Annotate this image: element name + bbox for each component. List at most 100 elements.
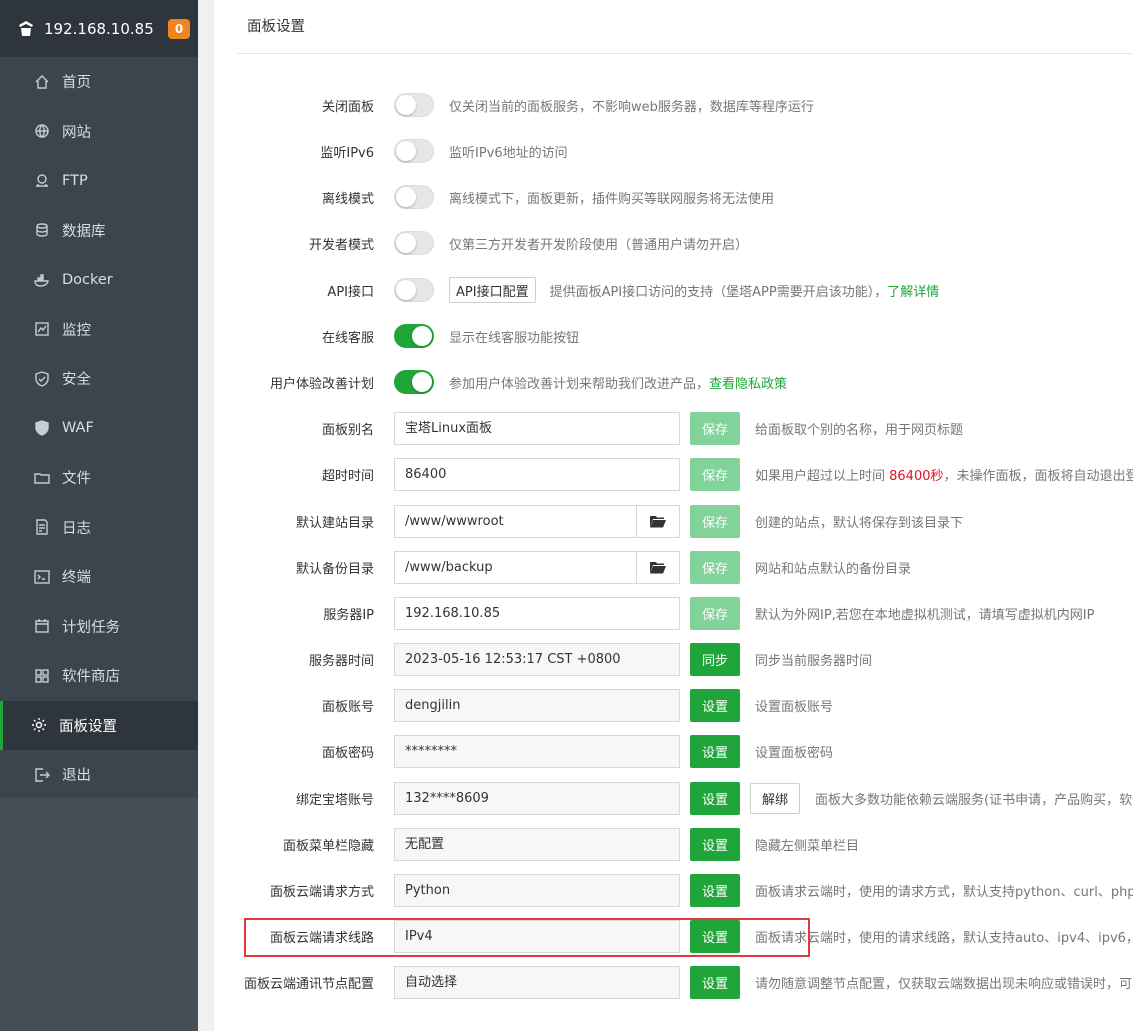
setting-label: 超时时间 (321, 468, 374, 484)
set-bind-account-button[interactable]: 设置 (690, 781, 740, 815)
page-title: 面板设置 (237, 0, 1133, 54)
set-password-button[interactable]: 设置 (690, 734, 740, 768)
api-config-button[interactable]: API接口配置 (449, 277, 536, 303)
setting-label: 面板别名 (321, 422, 374, 438)
setting-description: 请勿随意调整节点配置，仅获取云端数据出现未响应或错误时，可 (755, 976, 1133, 992)
sidebar-item-security[interactable]: 安全 (0, 354, 198, 404)
setting-description: 提供面板API接口访问的支持（堡塔APP需要开启该功能）， (549, 284, 888, 300)
calendar-icon (33, 617, 51, 635)
setting-label: 开发者模式 (308, 237, 374, 253)
sidebar-item-label: 软件商店 (62, 669, 120, 686)
monitor-icon (33, 320, 51, 338)
sidebar-item-label: FTP (62, 172, 88, 189)
bt-account-input: 132****8609 (394, 781, 680, 815)
backup-dir-input[interactable]: /www/backup (394, 550, 637, 584)
settings-panel: 面板设置 关闭面板 仅关闭当前的面板服务，不影响web服务器，数据库等程序运行 … (214, 0, 1133, 1031)
api-toggle[interactable] (394, 278, 434, 302)
setting-label: 服务器IP (323, 607, 374, 623)
sidebar-item-docker[interactable]: Docker (0, 255, 198, 305)
setting-label: 面板云端请求方式 (269, 884, 374, 900)
sidebar-item-label: 终端 (62, 570, 91, 587)
setting-label: 关闭面板 (321, 99, 374, 115)
cloud-request-method-input: Python (394, 873, 680, 907)
unbind-button[interactable]: 解绑 (750, 782, 800, 814)
save-alias-button[interactable]: 保存 (690, 411, 740, 445)
panel-account-input: dengjilin (394, 688, 680, 722)
sidebar-item-home[interactable]: 首页 (0, 57, 198, 107)
sidebar-item-cron[interactable]: 计划任务 (0, 602, 198, 652)
developer-mode-toggle[interactable] (394, 231, 434, 255)
setting-label: 面板菜单栏隐藏 (282, 838, 374, 854)
set-menu-hide-button[interactable]: 设置 (690, 827, 740, 861)
save-timeout-button[interactable]: 保存 (690, 457, 740, 491)
site-dir-input[interactable]: /www/wwwroot (394, 504, 637, 538)
setting-description: 面板大多数功能依赖云端服务(证书申请，产品购买，软件安装等) (815, 792, 1133, 808)
sidebar-item-database[interactable]: 数据库 (0, 206, 198, 256)
sidebar-item-panel-settings[interactable]: 面板设置 (0, 700, 198, 750)
database-icon (33, 221, 51, 239)
terminal-icon (33, 568, 51, 586)
set-request-method-button[interactable]: 设置 (690, 873, 740, 907)
sidebar-item-terminal[interactable]: 终端 (0, 552, 198, 602)
save-backup-dir-button[interactable]: 保存 (690, 550, 740, 584)
setting-label: 离线模式 (321, 191, 374, 207)
setting-label: 用户体验改善计划 (269, 376, 374, 392)
sync-time-button[interactable]: 同步 (690, 642, 740, 676)
privacy-policy-link[interactable]: 查看隐私政策 (709, 373, 787, 392)
setting-description: 离线模式下，面板更新，插件购买等联网服务将无法使用 (449, 191, 775, 207)
panel-password-input: ******** (394, 734, 680, 768)
sidebar-item-label: 数据库 (62, 223, 106, 240)
online-service-toggle[interactable] (394, 324, 434, 348)
sidebar-item-label: 文件 (62, 471, 91, 488)
logout-icon (33, 766, 51, 784)
home-icon (33, 73, 51, 91)
sidebar-item-monitor[interactable]: 监控 (0, 305, 198, 355)
waf-shield-icon (33, 419, 51, 437)
sidebar-item-logs[interactable]: 日志 (0, 503, 198, 553)
sidebar-item-label: WAF (62, 420, 94, 437)
server-ip-input[interactable]: 192.168.10.85 (394, 596, 680, 630)
sidebar-item-label: Docker (62, 271, 113, 288)
grid-icon (33, 667, 51, 685)
server-time-input: 2023-05-16 12:53:17 CST +0800 (394, 642, 680, 676)
setting-description: 给面板取个别的名称，用于网页标题 (755, 422, 964, 438)
setting-description: 面板请求云端时，使用的请求方式，默认支持python、curl、php (755, 884, 1133, 900)
offline-mode-toggle[interactable] (394, 185, 434, 209)
close-panel-toggle[interactable] (394, 93, 434, 117)
timeout-input[interactable]: 86400 (394, 457, 680, 491)
sidebar-item-files[interactable]: 文件 (0, 453, 198, 503)
sidebar-item-website[interactable]: 网站 (0, 107, 198, 157)
sidebar-item-waf[interactable]: WAF (0, 404, 198, 454)
panel-alias-input[interactable]: 宝塔Linux面板 (394, 411, 680, 445)
folder-picker-icon[interactable] (637, 504, 680, 538)
setting-description: 默认为外网IP,若您在本地虚拟机测试，请填写虚拟机内网IP (755, 607, 1095, 623)
sidebar-item-store[interactable]: 软件商店 (0, 651, 198, 701)
setting-label: 默认备份目录 (295, 561, 374, 577)
setting-label: 面板账号 (321, 699, 374, 715)
sidebar-item-label: 网站 (62, 124, 91, 141)
save-site-dir-button[interactable]: 保存 (690, 504, 740, 538)
sidebar-item-logout[interactable]: 退出 (0, 750, 198, 800)
ux-program-toggle[interactable] (394, 370, 434, 394)
globe-icon (33, 122, 51, 140)
setting-description: 参加用户体验改善计划来帮助我们改进产品， (449, 376, 710, 392)
notification-badge[interactable]: 0 (168, 18, 190, 39)
setting-label: 监听IPv6 (320, 145, 374, 161)
setting-description: 显示在线客服功能按钮 (449, 330, 580, 346)
sidebar-item-label: 日志 (62, 520, 91, 537)
learn-more-link[interactable]: 了解详情 (887, 281, 939, 300)
ipv6-toggle[interactable] (394, 139, 434, 163)
save-server-ip-button[interactable]: 保存 (690, 596, 740, 630)
set-account-button[interactable]: 设置 (690, 688, 740, 722)
setting-description: 隐藏左侧菜单栏目 (755, 838, 860, 854)
set-cloud-node-button[interactable]: 设置 (690, 965, 740, 999)
sidebar-item-label: 监控 (62, 322, 91, 339)
highlight-annotation (244, 918, 810, 957)
setting-label: 面板密码 (321, 745, 374, 761)
folder-picker-icon[interactable] (637, 550, 680, 584)
sidebar-item-ftp[interactable]: FTP (0, 156, 198, 206)
setting-description: 网站和站点默认的备份目录 (755, 561, 912, 577)
sidebar-header: 192.168.10.85 0 (0, 0, 198, 57)
sidebar-menu: 首页 网站 FTP 数据库 Docker 监控 安全 WAF 文件 日志 终端 … (0, 57, 198, 800)
setting-label: API接口 (327, 284, 374, 300)
